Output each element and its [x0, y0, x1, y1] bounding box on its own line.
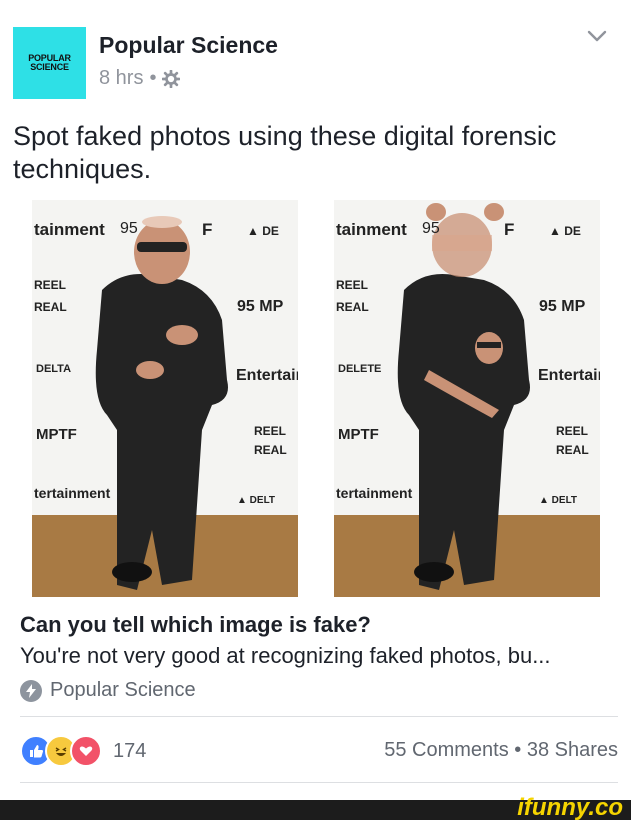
backdrop-text: ▲ DE	[247, 224, 279, 238]
backdrop-text: 95 MP	[539, 298, 586, 315]
backdrop-text: Entertainn	[236, 367, 298, 384]
reaction-count: 174	[113, 739, 147, 762]
backdrop-text: REEL	[556, 424, 589, 438]
post-text: Spot faked photos using these digital fo…	[13, 121, 557, 184]
backdrop-text: F	[202, 220, 213, 239]
timestamp[interactable]: 8 hrs	[99, 67, 143, 90]
backdrop-text: DELETE	[338, 363, 382, 375]
photo-faked-illustration	[334, 200, 600, 597]
backdrop-text: REAL	[556, 443, 589, 457]
divider	[20, 782, 618, 783]
page-avatar-logo[interactable]: POPULAR SCIENCE	[13, 27, 86, 99]
backdrop-text: MPTF	[36, 426, 77, 443]
reactions-summary[interactable]: 174	[20, 735, 146, 767]
backdrop-text: ▲ DELT	[237, 495, 276, 506]
backdrop-text: Entertainn	[538, 367, 600, 384]
meta-separator: •	[149, 67, 157, 89]
backdrop-text: REEL	[254, 424, 287, 438]
backdrop-text: REAL	[254, 443, 287, 457]
backdrop-text: REEL	[34, 278, 67, 292]
link-image[interactable]: tainment 95 F ▲ DE REEL REAL 95 MP DELTA…	[32, 200, 600, 597]
comments-shares-link[interactable]: 55 Comments • 38 Shares	[384, 739, 618, 762]
ifunny-watermark: ifunny.co	[517, 794, 623, 821]
love-reaction-icon	[70, 735, 102, 767]
backdrop-text: 95 MP	[237, 298, 284, 315]
backdrop-text: F	[504, 220, 515, 239]
backdrop-text: DELTA	[36, 363, 72, 375]
photo-original: tainment 95 F ▲ DE REEL REAL 95 MP DELTA…	[32, 200, 298, 597]
link-source-label: Popular Science	[50, 679, 196, 701]
backdrop-text: tertainment	[34, 485, 111, 501]
link-description[interactable]: You're not very good at recognizing fake…	[20, 643, 551, 669]
logo-line-2: SCIENCE	[30, 62, 69, 72]
backdrop-text: tainment	[336, 220, 407, 239]
backdrop-text: REAL	[34, 300, 67, 314]
backdrop-text: REAL	[336, 300, 369, 314]
backdrop-text: 95	[120, 220, 138, 237]
post-meta: 8 hrs •	[99, 67, 181, 90]
link-source[interactable]: Popular Science	[20, 679, 196, 702]
gear-icon[interactable]	[162, 69, 181, 88]
backdrop-text: tainment	[34, 220, 105, 239]
photo-faked: tainment 95 F ▲ DE REEL REAL 95 MP DELET…	[334, 200, 600, 597]
backdrop-text: MPTF	[338, 426, 379, 443]
backdrop-text: ▲ DE	[549, 224, 581, 238]
photo-original-illustration	[32, 200, 298, 597]
post-header: POPULAR SCIENCE Popular Science 8 hrs •	[0, 0, 631, 110]
backdrop-text: REEL	[336, 278, 369, 292]
backdrop-text: 95	[422, 220, 440, 237]
bolt-icon	[20, 679, 42, 702]
backdrop-text: ▲ DELT	[539, 495, 578, 506]
backdrop-text: tertainment	[336, 485, 413, 501]
divider	[20, 716, 618, 717]
page-name-link[interactable]: Popular Science	[99, 32, 278, 59]
chevron-down-icon[interactable]	[586, 27, 608, 45]
link-title[interactable]: Can you tell which image is fake?	[20, 612, 371, 638]
